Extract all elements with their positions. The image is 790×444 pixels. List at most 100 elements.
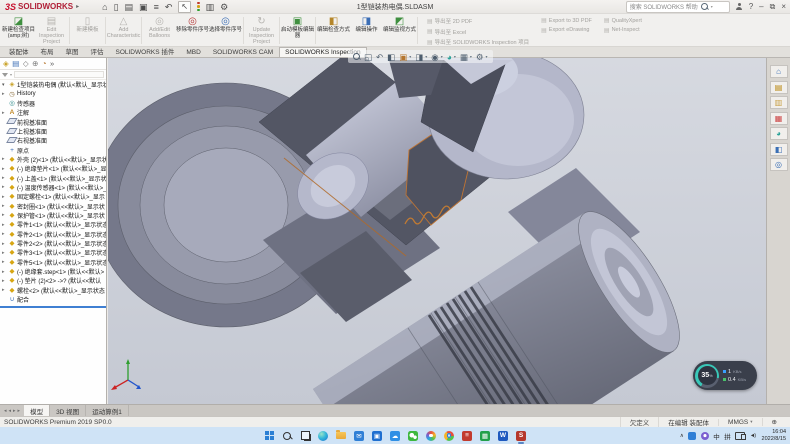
custom-properties-tab[interactable]: ◧ [770,143,788,156]
taskbar-mail-icon[interactable]: ✉ [353,429,365,442]
tab-scroll-arrow-icon[interactable]: ◂ [9,408,12,414]
launch-template-editor-button[interactable]: ▣启动模板编辑器 [281,15,314,46]
apply-scene-caret-icon[interactable]: ▾ [470,54,472,59]
tray-ime-mode-indicator[interactable]: 拼 [724,431,731,441]
tree-item[interactable]: 右视基准面 [0,136,106,145]
tab-scroll-arrow-icon[interactable]: ◂ [4,408,7,414]
tab-scroll-buttons[interactable]: ◂◂▸▸ [0,405,24,416]
view-settings-caret-icon[interactable]: ▾ [486,54,488,59]
tree-item[interactable]: ◎传感器 [0,99,106,108]
taskbar-cloud-icon[interactable]: ☁ [389,429,401,442]
hide-show-items-icon[interactable]: ◉ [431,51,438,63]
export-item-button[interactable]: ▤QualityXpert [604,17,642,24]
taskbar-file-explorer-icon[interactable] [335,429,347,442]
fm-tab-featuremanager[interactable]: ◈ [3,59,9,68]
hide-show-items-caret-icon[interactable]: ▾ [441,54,443,59]
export-item-button[interactable]: ▤Net-Inspect [604,27,642,34]
tree-item[interactable]: ▸A注解 [0,108,106,117]
close-button[interactable]: × [781,2,786,12]
tree-item[interactable]: ▸◆螺栓<2> (默认<<默认>_显示状态 [0,286,106,295]
select-balloons-button[interactable]: ◎选择零件序号 [209,15,242,46]
home-icon[interactable]: ⌂ [102,2,107,12]
tree-item[interactable]: ▸◆零件1<1> (默认<<默认>_显示状态 [0,220,106,229]
filter-input[interactable] [14,71,104,78]
search-input[interactable]: 搜索 SOLIDWORKS 帮助 ▾ [626,1,730,13]
print-icon[interactable]: ≡ [154,2,159,12]
update-inspection-project-button[interactable]: ↻Update Inspection Project [245,15,278,46]
display-style-caret-icon[interactable]: ▾ [425,54,427,59]
menu-expand-arrow-icon[interactable]: ▸ [76,3,79,10]
tree-item[interactable]: ▸◆(-) 绝缘套.step<1> (默认<<默认> [0,267,106,276]
restore-button[interactable]: ⧉ [770,2,776,12]
filter-caret-icon[interactable]: ▾ [10,72,12,77]
zoom-to-area-icon[interactable]: ◱ [364,51,372,63]
tray-speaker-icon[interactable]: ◄) [750,433,755,439]
apply-scene-icon[interactable]: ▦ [460,51,468,63]
new-template-button[interactable]: ▯新建模板 [71,15,104,46]
tree-item[interactable]: ▸◆(-) 上盖<1> (默认<<默认>_显示状 [0,173,106,182]
tray-location-icon[interactable] [701,432,709,440]
tray-ime-indicator[interactable]: 中 [713,431,720,441]
tree-item[interactable]: ▸◆密封圈<1> (默认<<默认>_显示状 [0,201,106,210]
view-settings-icon[interactable]: ⚙ [476,51,484,63]
fm-tab-propertymanager[interactable]: ▤ [12,59,19,68]
design-library-tab[interactable]: ▤ [770,81,788,94]
new-inspection-project-button[interactable]: ◪新建检查项目 (amp;树) [2,15,35,46]
save-icon[interactable]: ▣ [139,2,148,12]
net-speed-widget[interactable]: 35% 1 KB/s 0.4 KB/s [693,361,757,390]
taskbar-search-icon[interactable] [281,429,293,442]
taskbar-task-view-icon[interactable] [299,429,311,442]
taskbar-edge-icon[interactable] [317,429,329,442]
tab-solidworks-插件[interactable]: SOLIDWORKS 插件 [110,44,181,57]
new-document-icon[interactable]: ▯ [114,2,119,12]
status-units[interactable]: MMGS▾ [718,419,762,426]
options-icon[interactable]: ⚙ [220,2,228,12]
tray-chevron-up-icon[interactable]: ∧ [680,433,684,439]
tree-item[interactable]: ▸◆零件5<1> (默认<<默认>_显示状态 [0,258,106,267]
view-orientation-icon[interactable]: ▣ [399,51,407,63]
tray-monitor-icon[interactable] [735,432,745,440]
add-edit-balloons-button[interactable]: ◎Add/Edit Balloons [143,15,176,46]
tree-item[interactable]: 上视基准面 [0,127,106,136]
taskbar-photos-icon[interactable] [425,429,437,442]
minimize-button[interactable]: – [759,2,763,12]
search-icon[interactable] [701,3,708,10]
tree-item[interactable]: ▸◆保护管<1> (默认<<默认>_显示状 [0,211,106,220]
tab-solidworks-cam[interactable]: SOLIDWORKS CAM [207,47,279,57]
edit-appearance-caret-icon[interactable]: ▾ [454,54,456,59]
export-item-button[interactable]: ▤Export eDrawing [541,27,592,34]
taskbar-store-icon[interactable]: ▣ [371,429,383,442]
tray-blue-app-icon[interactable] [688,432,696,440]
fm-tab-dimxpert[interactable]: ⊕ [32,59,38,68]
tree-item[interactable]: ▸◆(-) 温度传感器<1> (默认<<默认>_ [0,183,106,192]
zoom-to-fit-icon[interactable] [353,53,360,60]
tree-item[interactable]: ▸◆(-) 绝缘垫片<1> (默认<<默认>_显 [0,164,106,173]
taskbar-word-icon[interactable]: W [497,429,509,442]
taskbar-wechat-icon[interactable] [407,429,419,442]
tree-item[interactable]: ∪配合 [0,295,106,304]
remove-balloons-button[interactable]: ◎移除零件序号 [176,15,209,46]
tree-item[interactable]: ▸◆零件3<1> (默认<<默认>_显示状态 [0,248,106,257]
view-orientation-caret-icon[interactable]: ▾ [409,54,411,59]
appearances-scenes-tab[interactable]: ◕ [770,127,788,140]
taskbar-browser-icon[interactable] [443,429,455,442]
solidworks-forum-tab[interactable]: ◎ [770,158,788,171]
add-characteristic-button[interactable]: △Add Characteristic [107,15,140,46]
view-palette-tab[interactable]: ▦ [770,112,788,125]
solidworks-resources-tab[interactable]: ⌂ [770,65,788,78]
display-style-icon[interactable]: ◨ [415,51,423,63]
tree-item[interactable]: 前视基准面 [0,117,106,126]
tree-item[interactable]: ▸◆零件2<1> (默认<<默认>_显示状态 [0,230,106,239]
login-icon[interactable] [736,3,743,10]
graphics-area[interactable]: 35% 1 KB/s 0.4 KB/s [108,58,766,404]
tree-item[interactable]: ▸◆外壳 (2)<1> (默认<<默认>_显示状 [0,155,106,164]
tree-root-item[interactable]: ▾◈1型铠装热电偶 (默认<默认_显示状态-1 [0,80,106,89]
previous-view-icon[interactable]: ↶ [376,51,383,63]
tab-scroll-arrow-icon[interactable]: ▸ [13,408,16,414]
tab-mbd[interactable]: MBD [180,47,206,57]
rebuild-icon[interactable] [197,2,200,12]
fm-tab-displaymanager[interactable]: ◔ [42,59,47,68]
section-view-icon[interactable]: ◧ [387,51,395,63]
export-item-button[interactable]: ▤Export to 3D PDF [541,17,592,24]
undo-icon[interactable]: ↶ [165,2,173,12]
